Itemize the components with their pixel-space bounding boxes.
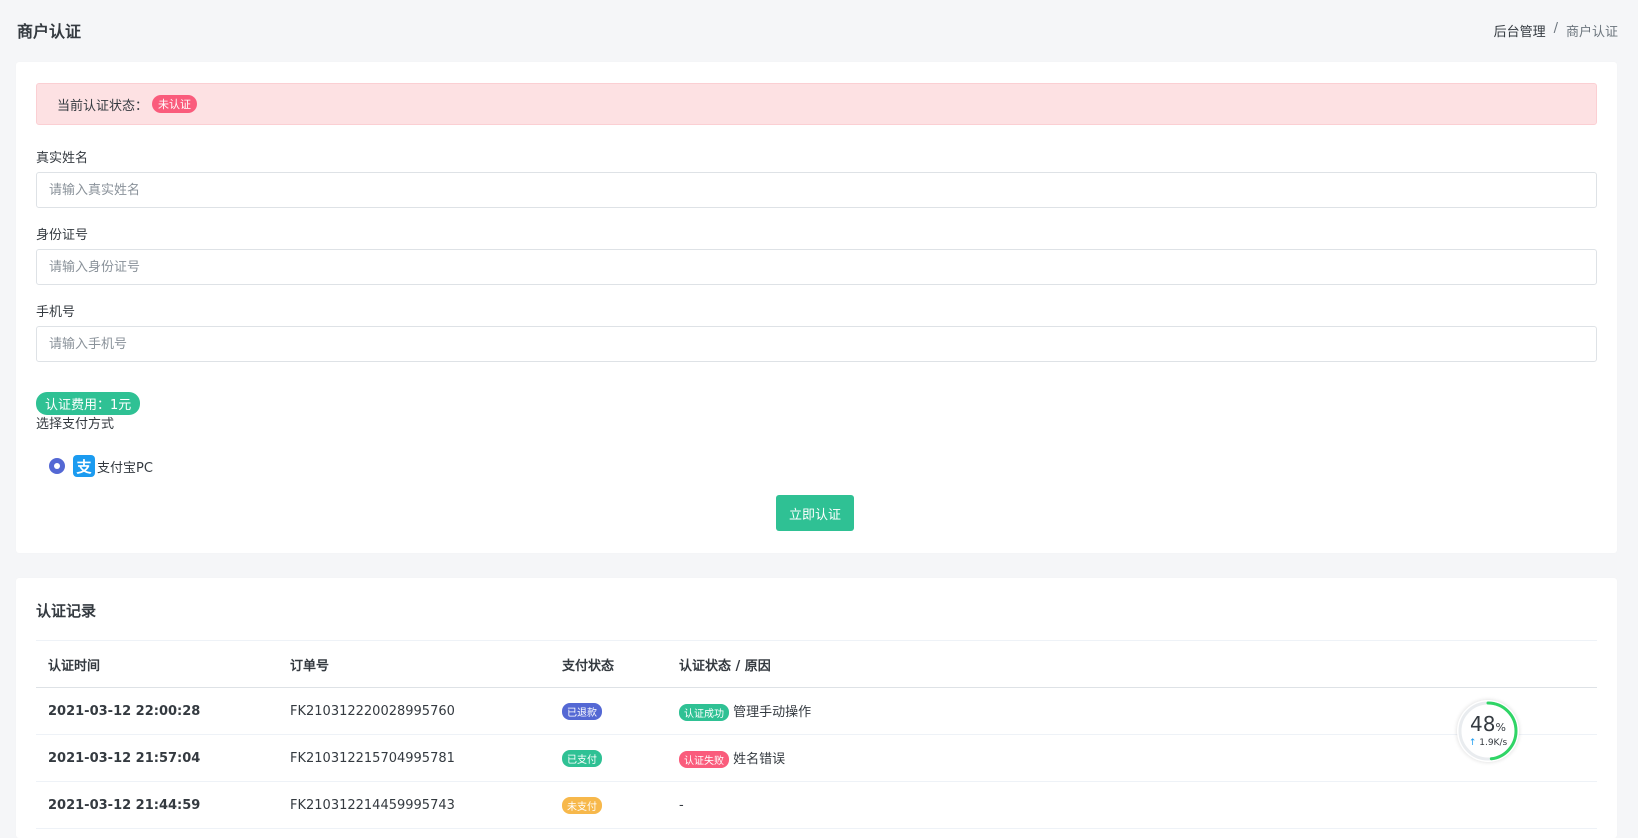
- payment-option-alipay[interactable]: 支 支付宝PC: [49, 455, 153, 477]
- breadcrumb-separator: /: [1553, 20, 1558, 36]
- network-speed-widget[interactable]: 48% ↑ 1.9K/s: [1457, 700, 1519, 762]
- phone-label: 手机号: [36, 305, 76, 320]
- record-auth-status: -: [678, 781, 1597, 829]
- speed-percent-value: 48: [1470, 712, 1496, 736]
- table-row: 2021-03-12 21:44:59 FK210312214459995743 未…: [36, 781, 1597, 829]
- record-order-number: FK210312220028995760: [289, 687, 561, 735]
- breadcrumb: 后台管理 / 商户认证: [1494, 21, 1618, 40]
- records-table: 认证时间 订单号 支付状态 认证状态 / 原因 2021-03-12 22:00…: [36, 640, 1597, 829]
- real-name-input[interactable]: [36, 172, 1597, 208]
- payment-option-label: 支付宝PC: [97, 460, 153, 476]
- top-bar: 商户认证 后台管理 / 商户认证: [0, 0, 1638, 60]
- fee-badge: 认证费用：1元: [36, 392, 141, 415]
- pay-status-badge: 已退款: [562, 702, 602, 720]
- auth-reason: 管理手动操作: [733, 705, 812, 720]
- id-number-input[interactable]: [36, 249, 1597, 285]
- column-header-order: 订单号: [289, 640, 561, 688]
- real-name-label: 真实姓名: [36, 151, 89, 166]
- record-time: 2021-03-12 21:44:59: [36, 781, 289, 829]
- records-title: 认证记录: [36, 602, 97, 620]
- pay-status-badge: 未支付: [562, 796, 602, 814]
- record-time: 2021-03-12 22:00:28: [36, 687, 289, 735]
- pay-status-badge: 已支付: [562, 749, 602, 767]
- payment-method-label: 选择支付方式: [36, 417, 115, 432]
- breadcrumb-current: 商户认证: [1565, 24, 1618, 40]
- records-table-wrap: 认证时间 订单号 支付状态 认证状态 / 原因 2021-03-12 22:00…: [36, 640, 1597, 829]
- status-badge: 未认证: [152, 95, 198, 113]
- column-header-time: 认证时间: [36, 640, 289, 688]
- status-alert: 当前认证状态： 未认证: [36, 83, 1597, 125]
- speed-percent-unit: %: [1495, 721, 1506, 734]
- record-pay-status: 已支付: [561, 734, 678, 782]
- column-header-pay-status: 支付状态: [561, 640, 678, 688]
- alipay-icon: 支: [73, 455, 95, 477]
- record-pay-status: 未支付: [561, 781, 678, 829]
- table-row: 2021-03-12 22:00:28 FK210312220028995760 已…: [36, 687, 1597, 735]
- speed-rate-value: 1.9K/s: [1479, 738, 1508, 748]
- speed-percent: 48%: [1470, 714, 1506, 738]
- record-pay-status: 已退款: [561, 687, 678, 735]
- breadcrumb-home-link[interactable]: 后台管理: [1494, 21, 1546, 40]
- verification-form-card: 当前认证状态： 未认证 真实姓名 身份证号 手机号 认证费用：1元 选择支付方式…: [16, 62, 1617, 553]
- auth-status-badge: 认证成功: [679, 704, 729, 721]
- column-header-auth-status: 认证状态 / 原因: [678, 640, 1597, 688]
- records-table-body: 2021-03-12 22:00:28 FK210312220028995760 已…: [36, 687, 1597, 829]
- auth-status-badge: 认证失败: [679, 751, 729, 768]
- table-header-row: 认证时间 订单号 支付状态 认证状态 / 原因: [36, 640, 1597, 688]
- speed-rate: ↑ 1.9K/s: [1469, 738, 1507, 748]
- upload-arrow-icon: ↑: [1468, 738, 1477, 748]
- phone-input[interactable]: [36, 326, 1597, 362]
- payment-radio[interactable]: [49, 458, 65, 474]
- submit-verification-button[interactable]: 立即认证: [776, 495, 854, 531]
- status-label: 当前认证状态：: [57, 98, 149, 114]
- auth-reason: 姓名错误: [733, 752, 786, 767]
- record-order-number: FK210312215704995781: [289, 734, 561, 782]
- records-card: 认证记录 认证时间 订单号 支付状态 认证状态 / 原因 2021-03-12 …: [16, 578, 1617, 838]
- record-time: 2021-03-12 21:57:04: [36, 734, 289, 782]
- record-order-number: FK210312214459995743: [289, 781, 561, 829]
- page-title: 商户认证: [17, 22, 82, 41]
- table-row: 2021-03-12 21:57:04 FK210312215704995781 已…: [36, 734, 1597, 782]
- id-number-label: 身份证号: [36, 228, 89, 243]
- auth-reason: -: [679, 797, 684, 813]
